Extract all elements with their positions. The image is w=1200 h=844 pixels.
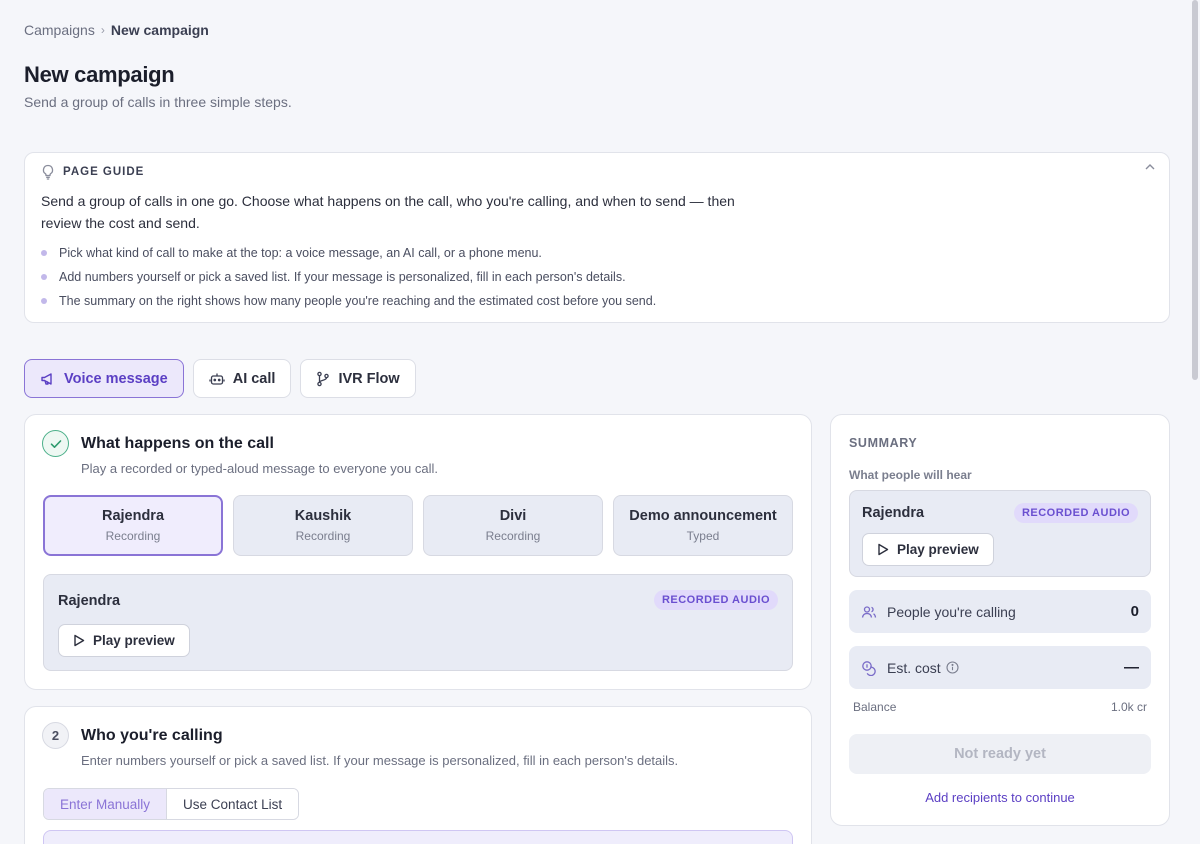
breadcrumb: Campaigns › New campaign bbox=[24, 22, 209, 38]
guide-item-text: Pick what kind of call to make at the to… bbox=[59, 246, 542, 260]
guide-item-text: Add numbers yourself or pick a saved lis… bbox=[59, 270, 626, 284]
cost-label-wrap: Est. cost bbox=[887, 660, 1124, 676]
step-title: Who you're calling bbox=[81, 727, 223, 744]
people-label: People you're calling bbox=[887, 603, 1016, 620]
add-recipients-hint[interactable]: Add recipients to continue bbox=[849, 790, 1151, 805]
page-guide-intro: Send a group of calls in one go. Choose … bbox=[41, 193, 735, 231]
preview-name: Rajendra bbox=[58, 593, 121, 609]
people-count-row: People you're calling 0 bbox=[849, 590, 1151, 633]
list-item: Pick what kind of call to make at the to… bbox=[41, 241, 656, 265]
play-preview-button[interactable]: Play preview bbox=[58, 624, 190, 657]
manual-entry-panel bbox=[43, 830, 793, 844]
step-complete-check-icon bbox=[42, 430, 69, 457]
list-item: The summary on the right shows how many … bbox=[41, 289, 656, 313]
chevron-up-icon[interactable] bbox=[1145, 164, 1155, 170]
estimated-cost-row: Est. cost — bbox=[849, 646, 1151, 689]
option-kind: Typed bbox=[686, 529, 720, 543]
cost-label: Est. cost bbox=[887, 659, 941, 676]
preview-name: Rajendra bbox=[862, 505, 925, 521]
recorded-audio-badge: RECORDED AUDIO bbox=[1013, 503, 1138, 523]
message-option-kaushik[interactable]: Kaushik Recording bbox=[233, 495, 413, 556]
option-name: Kaushik bbox=[294, 508, 352, 524]
balance-label: Balance bbox=[853, 700, 897, 714]
balance-row: Balance 1.0k cr bbox=[853, 700, 1147, 714]
tab-voice-message[interactable]: Voice message bbox=[24, 359, 184, 398]
page-guide-header[interactable]: PAGE GUIDE bbox=[41, 164, 144, 180]
summary-play-preview-button[interactable]: Play preview bbox=[862, 533, 994, 566]
step-number-badge: 2 bbox=[42, 722, 69, 749]
summary-message-preview: Rajendra RECORDED AUDIO Play preview bbox=[849, 490, 1151, 577]
step-description: Enter numbers yourself or pick a saved l… bbox=[81, 753, 679, 768]
step-who-calling: 2 Who you're calling Enter numbers yours… bbox=[24, 706, 812, 844]
enter-manually-button[interactable]: Enter Manually bbox=[44, 789, 168, 819]
list-item: Add numbers yourself or pick a saved lis… bbox=[41, 265, 656, 289]
page-guide-title: PAGE GUIDE bbox=[63, 166, 145, 178]
coins-icon bbox=[861, 660, 877, 676]
summary-title: SUMMARY bbox=[849, 436, 918, 450]
lightbulb-icon bbox=[41, 164, 55, 180]
message-option-demo-announcement[interactable]: Demo announcement Typed bbox=[613, 495, 793, 556]
branch-icon bbox=[316, 371, 330, 387]
option-name: Divi bbox=[499, 508, 527, 524]
robot-icon bbox=[209, 372, 225, 386]
step-description: Play a recorded or typed-aloud message t… bbox=[81, 461, 438, 476]
summary-hear-label: What people will hear bbox=[849, 468, 972, 482]
breadcrumb-current: New campaign bbox=[110, 22, 209, 38]
play-preview-label: Play preview bbox=[93, 633, 175, 648]
tab-label: AI call bbox=[232, 370, 276, 387]
info-icon[interactable] bbox=[946, 661, 959, 674]
chevron-right-icon: › bbox=[100, 23, 105, 37]
play-icon bbox=[73, 634, 85, 647]
message-options: Rajendra Recording Kaushik Recording Div… bbox=[43, 495, 793, 556]
page-guide: PAGE GUIDE Send a group of calls in one … bbox=[24, 152, 1170, 323]
cost-value: — bbox=[1124, 659, 1139, 676]
play-preview-label: Play preview bbox=[897, 542, 979, 557]
use-contact-list-button[interactable]: Use Contact List bbox=[167, 789, 299, 819]
option-kind: Recording bbox=[295, 529, 351, 543]
page-scrollbar[interactable] bbox=[1192, 0, 1198, 380]
breadcrumb-campaigns-link[interactable]: Campaigns bbox=[24, 22, 95, 38]
message-option-rajendra[interactable]: Rajendra Recording bbox=[43, 495, 223, 556]
summary-panel: SUMMARY What people will hear Rajendra R… bbox=[830, 414, 1170, 826]
page-subtitle: Send a group of calls in three simple st… bbox=[24, 94, 292, 110]
bullet-icon bbox=[41, 298, 47, 304]
message-preview: Rajendra RECORDED AUDIO Play preview bbox=[43, 574, 793, 671]
users-icon bbox=[861, 605, 877, 619]
bullet-icon bbox=[41, 250, 47, 256]
balance-value: 1.0k cr bbox=[1110, 700, 1147, 714]
recipient-source-toggle: Enter Manually Use Contact List bbox=[43, 788, 300, 820]
recorded-audio-badge: RECORDED AUDIO bbox=[653, 590, 778, 610]
page-title: New campaign bbox=[24, 62, 175, 87]
send-campaign-button[interactable]: Not ready yet bbox=[849, 734, 1151, 774]
option-name: Rajendra bbox=[101, 508, 165, 524]
guide-item-text: The summary on the right shows how many … bbox=[59, 294, 657, 308]
step-what-happens: What happens on the call Play a recorded… bbox=[24, 414, 812, 690]
megaphone-icon bbox=[40, 372, 56, 386]
page-guide-list: Pick what kind of call to make at the to… bbox=[41, 241, 656, 313]
tab-label: Voice message bbox=[64, 370, 168, 387]
option-kind: Recording bbox=[105, 529, 161, 543]
message-option-divi[interactable]: Divi Recording bbox=[423, 495, 603, 556]
tab-label: IVR Flow bbox=[338, 370, 400, 387]
option-kind: Recording bbox=[485, 529, 541, 543]
bullet-icon bbox=[41, 274, 47, 280]
tab-ivr-flow[interactable]: IVR Flow bbox=[300, 359, 416, 398]
play-icon bbox=[877, 543, 889, 556]
tab-ai-call[interactable]: AI call bbox=[192, 359, 292, 398]
people-value: 0 bbox=[1130, 603, 1139, 620]
option-name: Demo announcement bbox=[629, 508, 777, 524]
step-title: What happens on the call bbox=[81, 435, 274, 452]
call-type-tabs: Voice message AI call IVR Flow bbox=[24, 359, 416, 398]
